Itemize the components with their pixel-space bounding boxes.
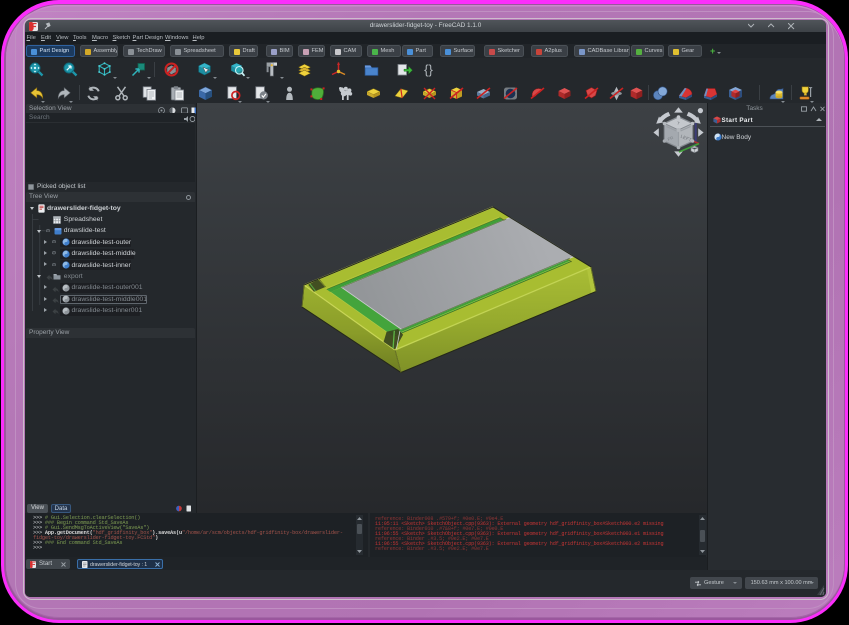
svg-text:{}: {} xyxy=(424,62,433,77)
